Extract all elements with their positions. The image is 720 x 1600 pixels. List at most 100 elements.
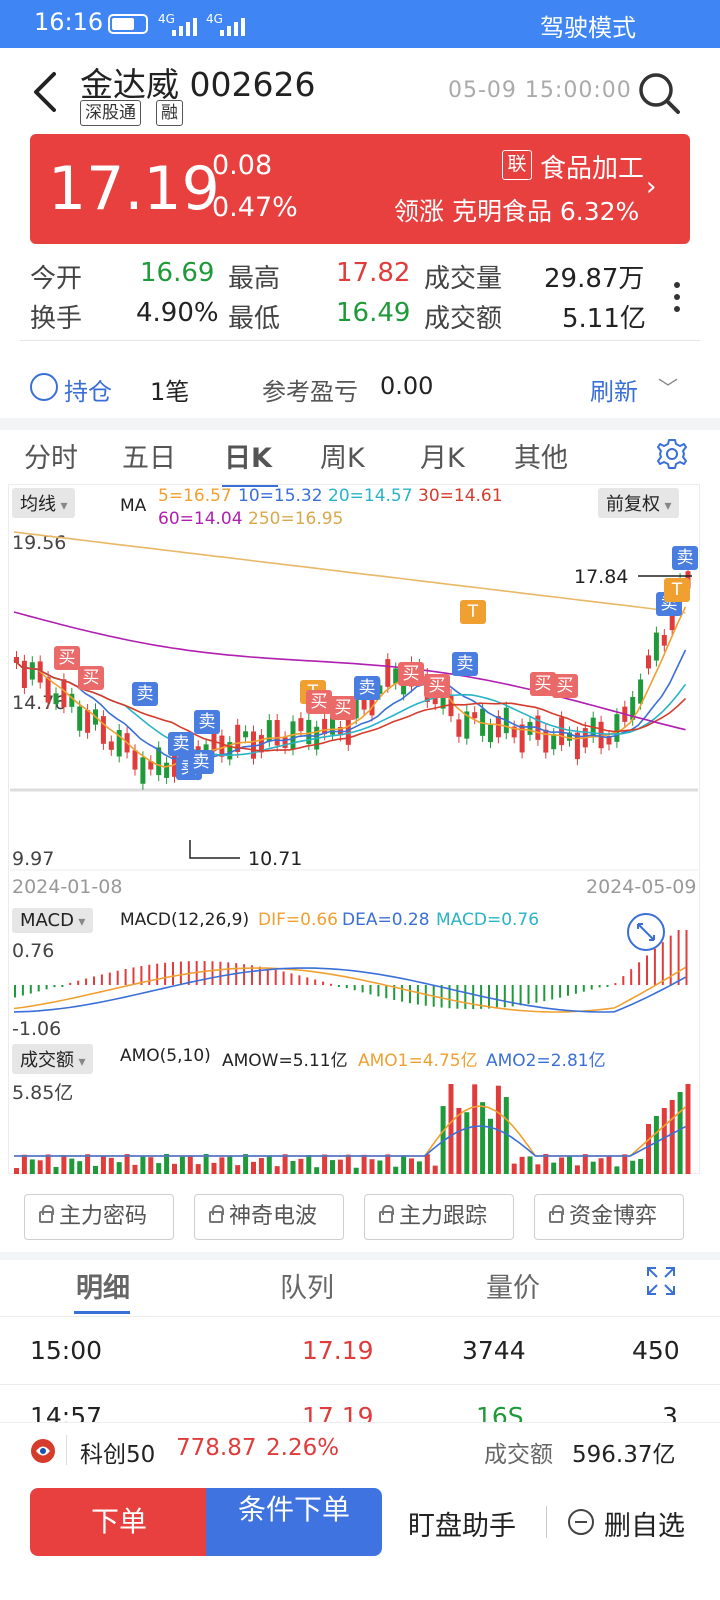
signal-bars-icon-2: [220, 18, 245, 36]
signal-badge-buy: 买: [552, 674, 578, 698]
candle: [274, 719, 280, 746]
more-dots-icon[interactable]: [670, 276, 684, 326]
amo-bar: [330, 1160, 335, 1174]
lock-icon: [209, 1205, 224, 1223]
remove-circle-icon[interactable]: [568, 1509, 594, 1535]
locked-feature-button[interactable]: 资金博弈: [534, 1194, 684, 1240]
amo-bar: [124, 1154, 130, 1174]
back-arrow-icon[interactable]: [26, 68, 66, 116]
amo-bar: [598, 1158, 604, 1174]
search-icon[interactable]: [636, 70, 682, 116]
macd-params: MACD(12,26,9): [120, 910, 250, 930]
amo-bar: [409, 1158, 414, 1174]
macd-bar: [653, 948, 656, 985]
signal-badge-t: T: [460, 600, 486, 624]
monitor-assistant-button[interactable]: 盯盘助手: [408, 1504, 516, 1543]
ma-selector[interactable]: 均线: [12, 488, 76, 518]
status-time: 16:16: [34, 8, 104, 36]
ma-title: MA: [120, 496, 147, 516]
locked-feature-button[interactable]: 主力密码: [24, 1194, 174, 1240]
amo-bar: [480, 1102, 486, 1174]
sector-leader: 领涨 克明食品 6.32%: [394, 197, 640, 226]
amo-bar: [511, 1163, 517, 1174]
quote-timestamp: 05-09 15:00:00: [448, 78, 632, 103]
amo-bar: [195, 1164, 201, 1174]
remove-watchlist-button[interactable]: 删自选: [604, 1504, 685, 1543]
candle: [108, 741, 114, 750]
macd-bar: [61, 985, 64, 987]
macd-bar: [266, 968, 269, 985]
ma10-value: 10=15.32: [238, 486, 323, 506]
amo-bar: [377, 1160, 383, 1174]
amo-bar: [61, 1155, 67, 1174]
amo-bar: [464, 1112, 470, 1174]
amo-bar: [527, 1156, 533, 1174]
candle: [219, 735, 225, 757]
tab-other[interactable]: 其他: [514, 436, 568, 475]
tab-monthly-k[interactable]: 月K: [420, 436, 465, 475]
trade-count: 450: [632, 1336, 680, 1365]
sector-name: 食品加工: [540, 154, 645, 184]
price-change: 0.08: [212, 150, 273, 181]
macd-bar: [685, 930, 688, 985]
macd-bar: [606, 985, 609, 987]
amo-bar: [535, 1164, 541, 1174]
fullscreen-icon[interactable]: [646, 1266, 676, 1296]
stat-volume: 29.87万: [544, 264, 645, 294]
tag-margin: 融: [156, 100, 183, 126]
tab-detail[interactable]: 明细: [76, 1266, 130, 1305]
lock-icon: [379, 1205, 394, 1223]
tab-volume-price[interactable]: 量价: [486, 1266, 540, 1305]
amo-svg: [14, 1084, 691, 1174]
macd-bar: [559, 985, 562, 998]
macd-bar: [290, 973, 293, 985]
amo-bar: [93, 1165, 98, 1174]
macd-bar: [543, 985, 546, 1002]
candle: [100, 716, 106, 744]
tab-weekly-k[interactable]: 周K: [320, 436, 365, 475]
macd-bar: [148, 964, 151, 985]
amo-bar: [614, 1166, 620, 1174]
price-change-pct: 0.47%: [212, 192, 298, 223]
signal-bars-icon: [172, 18, 197, 36]
gear-icon[interactable]: [654, 436, 690, 472]
ma250-line: [13, 531, 686, 614]
trade-time: 15:00: [30, 1336, 103, 1365]
amo-bar: [685, 1084, 691, 1174]
tab-queue[interactable]: 队列: [280, 1266, 334, 1305]
amo1-line: [14, 1105, 687, 1157]
amo-bar: [148, 1157, 154, 1174]
index-ticker-bar[interactable]: 科创50 778.87 2.26% 成交额 596.37亿: [0, 1422, 720, 1478]
tab-5day[interactable]: 五日: [122, 436, 176, 475]
macd-svg: [13, 930, 688, 1013]
price-card[interactable]: 17.19 0.08 0.47% 联 食品加工 领涨 克明食品 6.32% ›: [30, 134, 690, 244]
amo-bar: [361, 1154, 367, 1174]
candle: [385, 659, 391, 687]
amo-bar: [638, 1159, 644, 1174]
tab-daily-k[interactable]: 日K: [224, 436, 272, 475]
adjust-selector[interactable]: 前复权: [598, 488, 680, 518]
candle: [661, 634, 667, 646]
macd-bar: [274, 969, 277, 985]
driving-mode-label[interactable]: 驾驶模式: [540, 8, 636, 43]
chevron-down-icon[interactable]: ﹀: [658, 372, 678, 401]
amo-bar: [266, 1155, 272, 1174]
macd-bar: [488, 985, 490, 1009]
order-button[interactable]: 下单: [30, 1488, 208, 1556]
tab-intraday[interactable]: 分时: [24, 436, 78, 475]
amo-bar: [85, 1154, 91, 1174]
conditional-order-button[interactable]: 条件下单: [206, 1488, 382, 1556]
locked-feature-label: 主力跟踪: [399, 1204, 488, 1229]
amo-bar: [132, 1164, 138, 1174]
candle: [77, 706, 83, 731]
locked-feature-button[interactable]: 神奇电波: [194, 1194, 344, 1240]
position-label[interactable]: 持仓: [64, 372, 112, 407]
macd-bar: [37, 985, 40, 992]
amo-bar: [306, 1155, 312, 1174]
macd-bar: [361, 985, 364, 993]
macd-bar: [622, 976, 625, 985]
locked-feature-button[interactable]: 主力跟踪: [364, 1194, 514, 1240]
candle: [298, 718, 304, 732]
refresh-button[interactable]: 刷新: [590, 372, 638, 407]
macd-bar: [306, 977, 309, 985]
